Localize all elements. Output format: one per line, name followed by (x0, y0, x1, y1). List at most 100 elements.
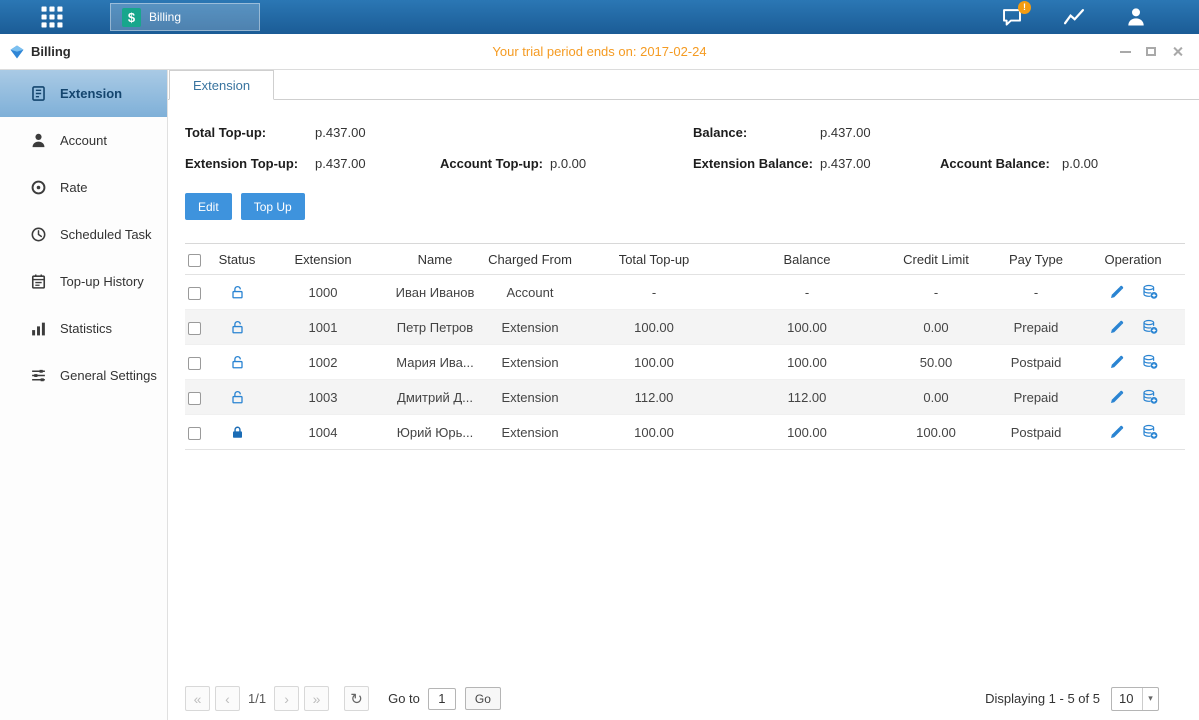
cell-extension: 1001 (261, 310, 385, 345)
page-size-select[interactable]: 10 ▾ (1111, 687, 1159, 711)
page-size-value: 10 (1112, 691, 1142, 706)
extension-icon (30, 85, 47, 102)
topup-icon[interactable] (1142, 284, 1158, 300)
billing-app-tab-label: Billing (149, 10, 181, 24)
edit-button[interactable]: Edit (185, 193, 232, 220)
header-operation: Operation (1081, 244, 1185, 275)
header-extension: Extension (261, 244, 385, 275)
table-row: 1004 Юрий Юрь... Extension 100.00 100.00… (185, 415, 1185, 450)
goto-page-input[interactable] (428, 688, 456, 710)
row-checkbox[interactable] (188, 357, 201, 370)
cell-extension: 1000 (261, 275, 385, 310)
cell-credit-limit: - (881, 275, 991, 310)
total-topup-label: Total Top-up: (185, 117, 315, 148)
status-lock-icon (230, 390, 245, 405)
edit-icon[interactable] (1109, 424, 1125, 440)
table-row: 1003 Дмитрий Д... Extension 112.00 112.0… (185, 380, 1185, 415)
refresh-icon[interactable]: ↻ (344, 686, 369, 711)
sidebar-item-statistics[interactable]: Statistics (0, 305, 167, 352)
sidebar-item-rate[interactable]: Rate (0, 164, 167, 211)
clock-icon (30, 226, 47, 243)
prev-page-button[interactable]: ‹ (215, 686, 240, 711)
sidebar-item-label: General Settings (60, 368, 157, 383)
last-page-button[interactable]: » (304, 686, 329, 711)
header-credit-limit: Credit Limit (881, 244, 991, 275)
maximize-button[interactable] (1141, 42, 1161, 62)
header-status: Status (213, 244, 261, 275)
cell-charged-from: Extension (485, 345, 575, 380)
notification-badge: ! (1018, 1, 1031, 14)
row-checkbox[interactable] (188, 287, 201, 300)
sidebar-item-label: Scheduled Task (60, 227, 152, 242)
settings-icon (30, 367, 47, 384)
cell-pay-type: Prepaid (991, 310, 1081, 345)
close-button[interactable] (1167, 42, 1187, 62)
minimize-button[interactable] (1115, 42, 1135, 62)
balance-label: Balance: (693, 117, 820, 148)
edit-icon[interactable] (1109, 284, 1125, 300)
status-lock-icon (230, 355, 245, 370)
billing-logo-icon (9, 44, 25, 60)
table-row: 1002 Мария Ива... Extension 100.00 100.0… (185, 345, 1185, 380)
status-lock-icon (230, 320, 245, 335)
cell-total-topup: 112.00 (575, 380, 733, 415)
header-total-topup: Total Top-up (575, 244, 733, 275)
cell-credit-limit: 0.00 (881, 310, 991, 345)
cell-pay-type: Postpaid (991, 345, 1081, 380)
balance-value: p.437.00 (820, 125, 871, 140)
tab-extension[interactable]: Extension (169, 70, 274, 100)
cell-name: Мария Ива... (385, 345, 485, 380)
page-indicator: 1/1 (248, 691, 266, 706)
billing-app-tab[interactable]: $ Billing (110, 3, 260, 31)
cell-balance: 100.00 (733, 345, 881, 380)
sidebar-item-general-settings[interactable]: General Settings (0, 352, 167, 399)
go-button[interactable]: Go (465, 687, 501, 710)
sidebar-item-label: Statistics (60, 321, 112, 336)
messages-button[interactable]: ! (1001, 6, 1023, 28)
top-up-button[interactable]: Top Up (241, 193, 305, 220)
cell-extension: 1004 (261, 415, 385, 450)
line-chart-icon (1063, 6, 1085, 28)
top-bar: $ Billing ! (0, 0, 1199, 34)
cell-total-topup: 100.00 (575, 345, 733, 380)
row-checkbox[interactable] (188, 322, 201, 335)
apps-menu-button[interactable] (38, 3, 66, 31)
main-panel: Extension Total Top-up: p.437.00 Balance:… (168, 70, 1199, 720)
extension-balance-value: p.437.00 (820, 156, 871, 171)
cell-name: Петр Петров (385, 310, 485, 345)
edit-icon[interactable] (1109, 354, 1125, 370)
cell-pay-type: Postpaid (991, 415, 1081, 450)
sidebar-item-account[interactable]: Account (0, 117, 167, 164)
sidebar: Extension Account Rate Scheduled Task To… (0, 70, 168, 720)
account-balance-label: Account Balance: (940, 148, 1062, 179)
first-page-button[interactable]: « (185, 686, 210, 711)
row-checkbox[interactable] (188, 427, 201, 440)
chevron-down-icon: ▾ (1142, 688, 1158, 710)
summary-extension-topup: Extension Top-up:p.437.00 (185, 148, 366, 179)
cell-charged-from: Extension (485, 380, 575, 415)
edit-icon[interactable] (1109, 389, 1125, 405)
cell-extension: 1002 (261, 345, 385, 380)
topup-icon[interactable] (1142, 424, 1158, 440)
cell-pay-type: Prepaid (991, 380, 1081, 415)
topup-icon[interactable] (1142, 389, 1158, 405)
account-icon (30, 132, 47, 149)
topup-icon[interactable] (1142, 319, 1158, 335)
sidebar-item-scheduled-task[interactable]: Scheduled Task (0, 211, 167, 258)
header-name: Name (385, 244, 485, 275)
account-menu-button[interactable] (1125, 6, 1147, 28)
cell-credit-limit: 100.00 (881, 415, 991, 450)
row-checkbox[interactable] (188, 392, 201, 405)
monitor-button[interactable] (1063, 6, 1085, 28)
next-page-button[interactable]: › (274, 686, 299, 711)
sidebar-item-topup-history[interactable]: Top-up History (0, 258, 167, 305)
cell-credit-limit: 0.00 (881, 380, 991, 415)
select-all-checkbox[interactable] (188, 254, 201, 267)
topup-icon[interactable] (1142, 354, 1158, 370)
edit-icon[interactable] (1109, 319, 1125, 335)
status-lock-icon (230, 285, 245, 300)
statistics-icon (30, 320, 47, 337)
cell-charged-from: Extension (485, 310, 575, 345)
summary-extension-balance: Extension Balance:p.437.00 (693, 148, 871, 179)
sidebar-item-extension[interactable]: Extension (0, 70, 167, 117)
